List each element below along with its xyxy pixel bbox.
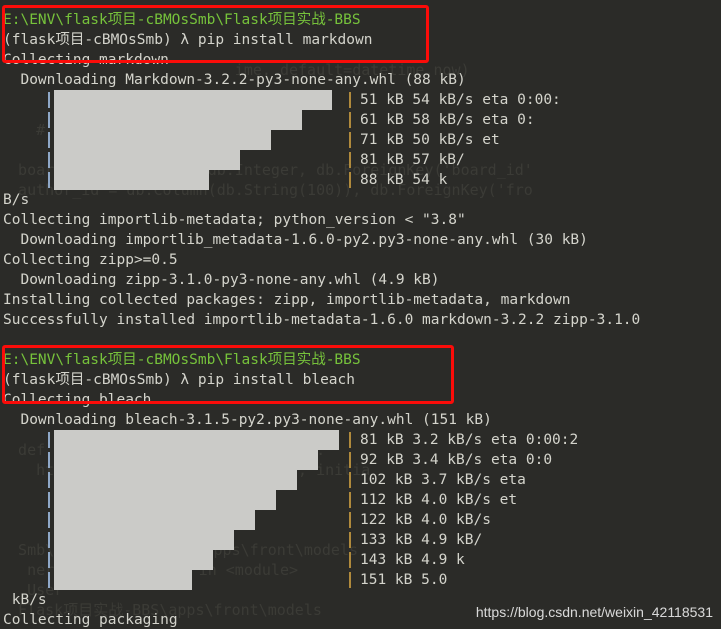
progress-bar-stats: 112 kB 4.0 kB/s et: [360, 492, 518, 508]
terminal-output[interactable]: E:\ENV\flask项目-cBMOsSmb\Flask项目实战-BBS (fl…: [0, 0, 721, 629]
terminal-text: Downloading Markdown-3.2.2-py3-none-any.…: [3, 72, 466, 88]
progress-bar-stats: 51 kB 54 kB/s eta 0:00:: [360, 92, 561, 108]
terminal-line: E:\ENV\flask项目-cBMOsSmb\Flask项目实战-BBS: [0, 350, 721, 370]
terminal-line: Installing collected packages: zipp, imp…: [0, 290, 721, 310]
terminal-line: 92 kB 3.4 kB/s eta 0:0: [0, 450, 721, 470]
terminal-text: Downloading importlib_metadata-1.6.0-py2…: [3, 232, 588, 248]
terminal-line: 81 kB 57 kB/: [0, 150, 721, 170]
terminal-text: kB/s: [3, 592, 47, 608]
terminal-line: 71 kB 50 kB/s et: [0, 130, 721, 150]
terminal-line: Collecting markdown: [0, 50, 721, 70]
progress-bar-stats: 151 kB 5.0: [360, 572, 448, 588]
terminal-text: Downloading zipp-3.1.0-py3-none-any.whl …: [3, 272, 440, 288]
terminal-line: 88 kB 54 k: [0, 170, 721, 190]
progress-bar-stats: 81 kB 57 kB/: [360, 152, 465, 168]
terminal-text: Collecting markdown: [3, 52, 169, 68]
terminal-text: (flask项目-cBMOsSmb) λ pip install markdow…: [3, 32, 373, 48]
terminal-line: Downloading zipp-3.1.0-py3-none-any.whl …: [0, 270, 721, 290]
terminal-line: Collecting zipp>=0.5: [0, 250, 721, 270]
progress-bar-stats: 71 kB 50 kB/s et: [360, 132, 500, 148]
terminal-line: (flask项目-cBMOsSmb) λ pip install markdow…: [0, 30, 721, 50]
terminal-line: Downloading importlib_metadata-1.6.0-py2…: [0, 230, 721, 250]
terminal-line: 81 kB 3.2 kB/s eta 0:00:2: [0, 430, 721, 450]
progress-bar-stats: 88 kB 54 k: [360, 172, 448, 188]
prompt-path-line: E:\ENV\flask项目-cBMOsSmb\Flask项目实战-BBS: [3, 352, 361, 368]
terminal-line: Downloading bleach-3.1.5-py2.py3-none-an…: [0, 410, 721, 430]
terminal-line: 151 kB 5.0: [0, 570, 721, 590]
terminal-line: B/s: [0, 190, 721, 210]
terminal-text: Collecting packaging: [3, 612, 178, 628]
terminal-line: 112 kB 4.0 kB/s et: [0, 490, 721, 510]
terminal-line: 51 kB 54 kB/s eta 0:00:: [0, 90, 721, 110]
terminal-line: 122 kB 4.0 kB/s: [0, 510, 721, 530]
terminal-line: E:\ENV\flask项目-cBMOsSmb\Flask项目实战-BBS: [0, 10, 721, 30]
terminal-text: Downloading bleach-3.1.5-py2.py3-none-an…: [3, 412, 492, 428]
terminal-text: (flask项目-cBMOsSmb) λ pip install bleach: [3, 372, 356, 388]
terminal-line: 61 kB 58 kB/s eta 0:: [0, 110, 721, 130]
terminal-line: Successfully installed importlib-metadat…: [0, 310, 721, 330]
terminal-line: Downloading Markdown-3.2.2-py3-none-any.…: [0, 70, 721, 90]
progress-bar-stats: 122 kB 4.0 kB/s: [360, 512, 491, 528]
progress-bar-stats: 61 kB 58 kB/s eta 0:: [360, 112, 535, 128]
terminal-text: Successfully installed importlib-metadat…: [3, 312, 641, 328]
prompt-path-line: E:\ENV\flask项目-cBMOsSmb\Flask项目实战-BBS: [3, 12, 361, 28]
progress-bar-stats: 81 kB 3.2 kB/s eta 0:00:2: [360, 432, 579, 448]
terminal-line: 133 kB 4.9 kB/: [0, 530, 721, 550]
terminal-line: 102 kB 3.7 kB/s eta: [0, 470, 721, 490]
terminal-line: Collecting bleach: [0, 390, 721, 410]
csdn-watermark: https://blog.csdn.net/weixin_42118531: [475, 604, 713, 620]
terminal-line: 143 kB 4.9 k: [0, 550, 721, 570]
terminal-text: Installing collected packages: zipp, imp…: [3, 292, 571, 308]
terminal-line: Collecting importlib-metadata; python_ve…: [0, 210, 721, 230]
progress-bar-stats: 102 kB 3.7 kB/s eta: [360, 472, 526, 488]
progress-bar-stats: 92 kB 3.4 kB/s eta 0:0: [360, 452, 553, 468]
terminal-text: Collecting importlib-metadata; python_ve…: [3, 212, 466, 228]
terminal-text: Collecting zipp>=0.5: [3, 252, 178, 268]
progress-bar-stats: 143 kB 4.9 k: [360, 552, 465, 568]
terminal-text: B/s: [3, 192, 30, 208]
progress-bar-stats: 133 kB 4.9 kB/: [360, 532, 483, 548]
terminal-text: Collecting bleach: [3, 392, 152, 408]
terminal-line: (flask项目-cBMOsSmb) λ pip install bleach: [0, 370, 721, 390]
